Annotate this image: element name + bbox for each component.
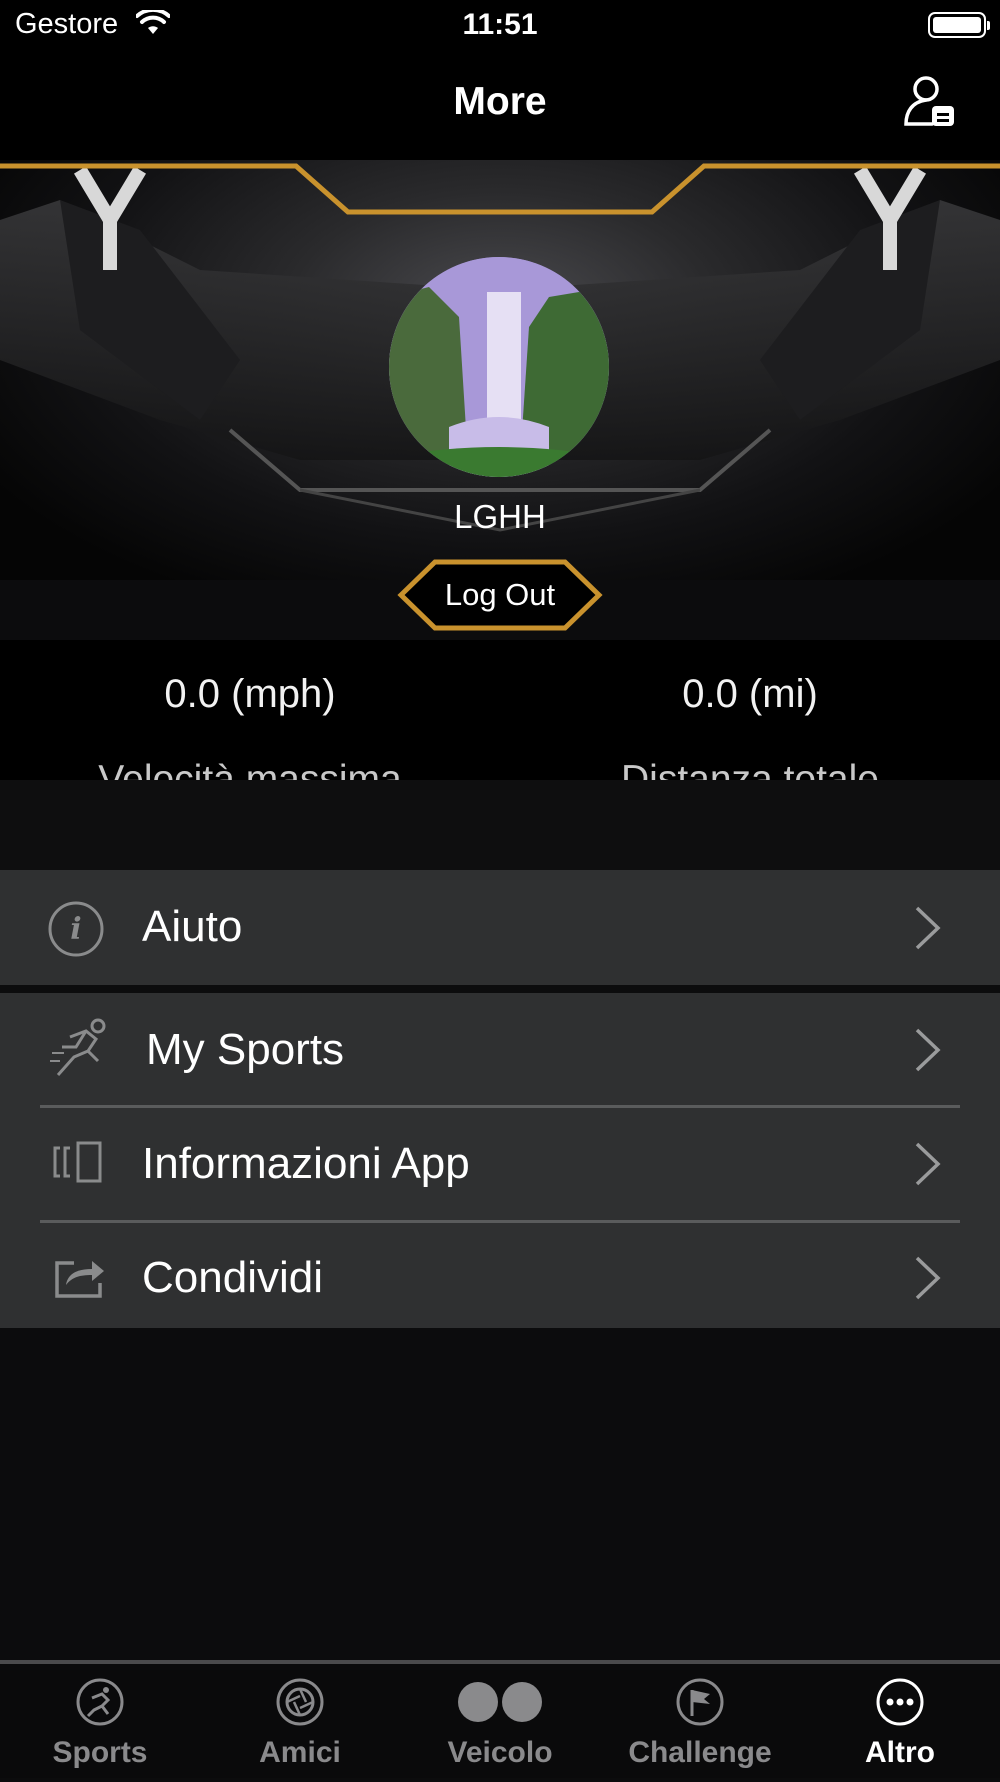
menu-group: My Sports Informazioni App Condividi xyxy=(0,993,1000,1328)
tab-bar: Sports Amici Veicolo Challenge Altro xyxy=(0,1660,1000,1778)
battery-icon xyxy=(928,12,990,38)
tab-label-veicolo: Veicolo xyxy=(447,1736,553,1769)
tab-label-challenge: Challenge xyxy=(628,1736,772,1769)
share-icon xyxy=(55,1261,104,1298)
chevron-right-icon xyxy=(915,1142,941,1186)
tab-label-amici: Amici xyxy=(259,1736,341,1769)
menu-item-condividi[interactable]: Condividi xyxy=(0,1223,1000,1328)
chevron-right-icon xyxy=(915,906,941,950)
stats-separator xyxy=(0,780,1000,870)
tab-altro[interactable]: Altro xyxy=(800,1664,1000,1782)
username: LGHH xyxy=(454,498,546,535)
tab-label-sports: Sports xyxy=(52,1736,148,1769)
chevron-right-icon xyxy=(915,1028,941,1072)
vehicle-icon xyxy=(458,1682,542,1722)
menu-label-informazioni-app: Informazioni App xyxy=(142,1139,470,1188)
info-icon: i xyxy=(48,901,104,957)
tab-sports[interactable]: Sports xyxy=(0,1664,200,1782)
avatar[interactable] xyxy=(389,257,609,477)
total-distance-value: 0.0 (mi) xyxy=(682,672,818,716)
svg-text:i: i xyxy=(70,912,81,947)
app-info-icon xyxy=(53,1141,102,1183)
more-icon xyxy=(876,1678,924,1726)
menu-item-aiuto[interactable]: i Aiuto xyxy=(0,870,1000,985)
tab-veicolo[interactable]: Veicolo xyxy=(400,1664,600,1782)
chevron-right-icon xyxy=(915,1256,941,1300)
running-icon xyxy=(50,1018,106,1076)
menu-label-my-sports: My Sports xyxy=(146,1025,345,1074)
menu-label-aiuto: Aiuto xyxy=(142,902,243,951)
status-bar: Gestore 11:51 xyxy=(0,0,1000,50)
gold-frame-decoration xyxy=(0,163,1000,215)
logout-label: Log Out xyxy=(444,577,556,612)
page-title: More xyxy=(453,80,547,123)
clock: 11:51 xyxy=(462,8,538,41)
menu-item-my-sports[interactable]: My Sports xyxy=(0,993,1000,1105)
logout-button[interactable]: Log Out xyxy=(395,558,605,632)
tab-label-altro: Altro xyxy=(865,1736,935,1769)
tab-challenge[interactable]: Challenge xyxy=(600,1664,800,1782)
aperture-icon xyxy=(276,1678,324,1726)
flag-icon xyxy=(676,1678,724,1726)
stats-panel: 0.0 (mph) Velocità massima 0.0 (mi) Dist… xyxy=(0,640,1000,801)
menu-label-condividi: Condividi xyxy=(142,1253,323,1302)
max-speed-value: 0.0 (mph) xyxy=(164,672,336,716)
avatar-waterfall-image xyxy=(389,257,609,477)
sports-icon xyxy=(76,1678,124,1726)
profile-settings-icon[interactable] xyxy=(902,72,958,132)
tab-amici[interactable]: Amici xyxy=(200,1664,400,1782)
menu-item-informazioni-app[interactable]: Informazioni App xyxy=(0,1108,1000,1220)
navigation-bar: More xyxy=(0,50,1000,165)
